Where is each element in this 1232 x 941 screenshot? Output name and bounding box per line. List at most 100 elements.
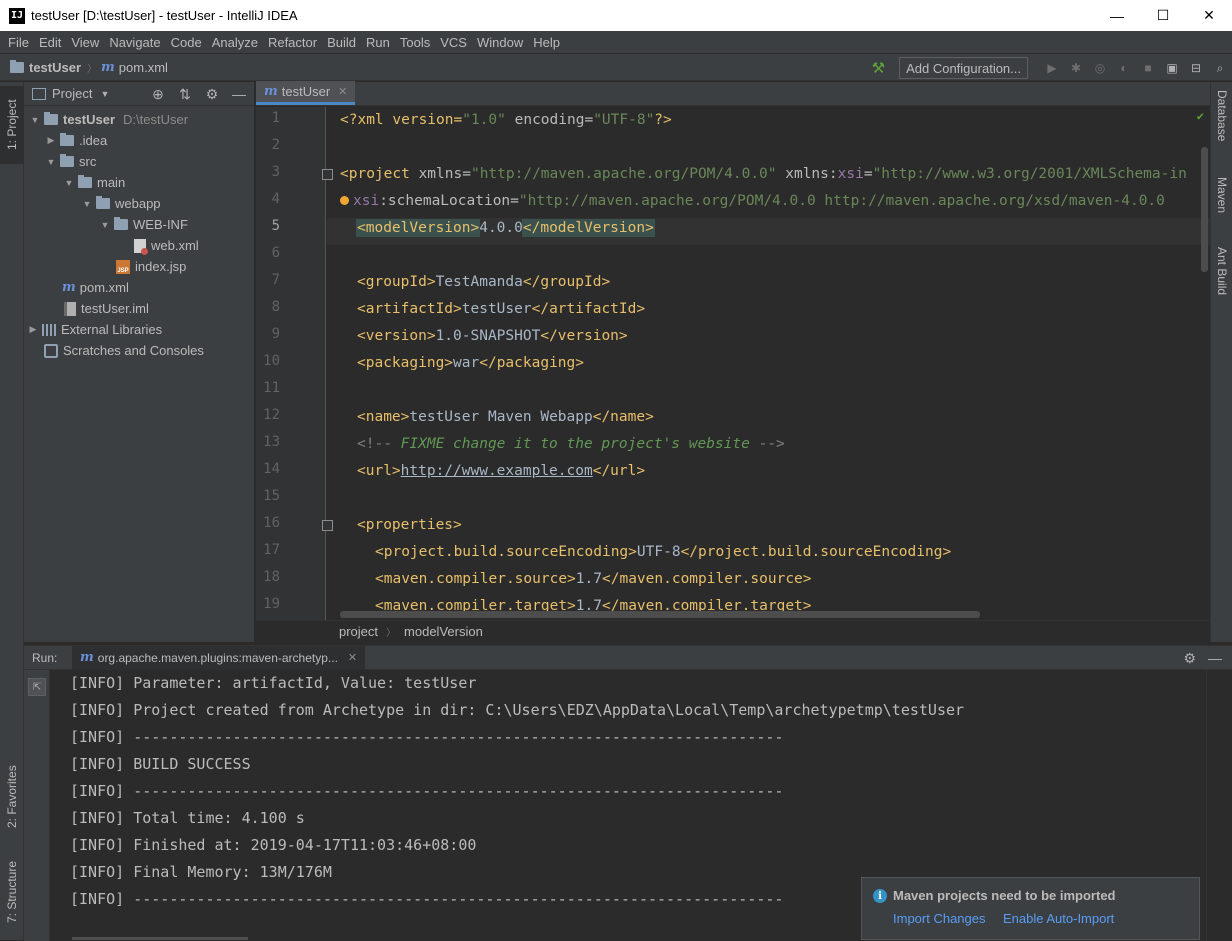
horizontal-scrollbar[interactable] xyxy=(340,611,980,618)
project-tree: ▼ testUser D:\testUser ▶ .idea ▼ src ▼ m… xyxy=(24,106,254,361)
tree-node-index-jsp[interactable]: JSP index.jsp xyxy=(24,256,254,277)
chevron-down-icon[interactable]: ▼ xyxy=(44,157,58,167)
collapse-all-icon[interactable]: ⇅ xyxy=(176,86,194,102)
gear-icon[interactable]: ⚙ xyxy=(203,86,221,102)
import-changes-link[interactable]: Import Changes xyxy=(893,911,986,926)
tab-maven[interactable]: Maven xyxy=(1211,177,1232,237)
restore-layout-icon[interactable]: ⇱ xyxy=(28,678,46,696)
enable-auto-import-link[interactable]: Enable Auto-Import xyxy=(1003,911,1114,926)
code-line-16: <properties> xyxy=(357,517,462,533)
fold-marker-icon[interactable] xyxy=(322,169,333,180)
tree-node-webapp[interactable]: ▼ webapp xyxy=(24,193,254,214)
locate-target-icon[interactable]: ⊕ xyxy=(149,86,167,102)
chevron-down-icon[interactable]: ▼ xyxy=(62,178,76,188)
tree-node-web-xml[interactable]: web.xml xyxy=(24,235,254,256)
tree-node-web-inf[interactable]: ▼ WEB-INF xyxy=(24,214,254,235)
menu-help[interactable]: Help xyxy=(529,35,564,50)
line-number: 16 xyxy=(263,515,280,531)
fold-marker-icon[interactable] xyxy=(322,520,333,531)
close-tab-icon[interactable]: ✕ xyxy=(348,651,357,664)
coverage-icon[interactable]: ◎ xyxy=(1091,59,1109,77)
window-title: testUser [D:\testUser] - testUser - Inte… xyxy=(31,8,298,23)
search-icon[interactable]: ⌕ xyxy=(1211,59,1229,77)
nav-crumb-file[interactable]: m pom.xml xyxy=(101,60,168,75)
tree-node-testuser-iml[interactable]: testUser.iml xyxy=(24,298,254,319)
nav-crumb-project[interactable]: testUser xyxy=(10,59,81,75)
project-structure-icon[interactable]: ▣ xyxy=(1163,59,1181,77)
project-panel-title[interactable]: Project xyxy=(52,86,92,101)
menu-run[interactable]: Run xyxy=(362,35,394,50)
gear-icon[interactable]: ⚙ xyxy=(1183,650,1196,667)
line-number: 12 xyxy=(263,407,280,423)
chevron-down-icon[interactable]: ▼ xyxy=(100,89,109,99)
vertical-scrollbar[interactable] xyxy=(1201,147,1208,272)
tab-project[interactable]: 1: Project xyxy=(0,86,24,164)
run-icon[interactable]: ▶ xyxy=(1043,59,1061,77)
maximize-button[interactable]: ☐ xyxy=(1140,0,1186,31)
editor-tab-pom[interactable]: m testUser ✕ xyxy=(256,81,356,105)
code-line-7: <groupId>TestAmanda</groupId> xyxy=(357,274,611,290)
tab-ant-build[interactable]: Ant Build xyxy=(1211,247,1232,327)
menu-analyze[interactable]: Analyze xyxy=(208,35,262,50)
run-tab-maven-archetype[interactable]: m org.apache.maven.plugins:maven-archety… xyxy=(72,645,366,670)
tab-database[interactable]: Database xyxy=(1211,90,1232,170)
stop-icon[interactable]: ■ xyxy=(1139,59,1157,77)
chevron-down-icon[interactable]: ▼ xyxy=(28,115,42,125)
chevron-right-icon[interactable]: ▶ xyxy=(26,324,40,335)
tree-node-main[interactable]: ▼ main xyxy=(24,172,254,193)
line-number: 15 xyxy=(263,488,280,504)
menu-build[interactable]: Build xyxy=(323,35,360,50)
menu-file[interactable]: File xyxy=(4,35,33,50)
menu-window[interactable]: Window xyxy=(473,35,527,50)
chevron-right-icon: 〉 xyxy=(87,63,98,75)
intention-bulb-icon[interactable] xyxy=(340,196,349,205)
menu-code[interactable]: Code xyxy=(167,35,206,50)
chevron-down-icon[interactable]: ▼ xyxy=(98,220,112,230)
tree-node-src[interactable]: ▼ src xyxy=(24,151,254,172)
inspection-ok-icon[interactable]: ✔ xyxy=(1197,109,1204,123)
chevron-right-icon[interactable]: ▶ xyxy=(44,135,58,146)
build-hammer-icon[interactable]: ⚒ xyxy=(872,59,885,77)
tab-structure[interactable]: 7: Structure xyxy=(0,852,24,932)
tab-favorites[interactable]: 2: Favorites xyxy=(0,752,24,842)
menu-tools[interactable]: Tools xyxy=(396,35,434,50)
breadcrumb-project[interactable]: project xyxy=(339,624,378,639)
maven-icon: m xyxy=(62,280,76,295)
line-number: 2 xyxy=(271,137,280,153)
minimize-button[interactable]: — xyxy=(1094,0,1140,31)
tree-node-pom-xml[interactable]: m pom.xml xyxy=(24,277,254,298)
code-area[interactable]: 1 2 3 4 5 6 7 8 9 10 11 12 13 14 15 16 1… xyxy=(256,107,1210,620)
menu-edit[interactable]: Edit xyxy=(35,35,65,50)
breadcrumb-modelversion[interactable]: modelVersion xyxy=(404,624,483,639)
close-tab-icon[interactable]: ✕ xyxy=(338,85,347,98)
console-line: [INFO] ---------------------------------… xyxy=(70,782,784,800)
url-link[interactable]: http://www.example.com xyxy=(401,463,593,479)
sdk-icon[interactable]: ⊟ xyxy=(1187,59,1205,77)
console-scrollbar[interactable] xyxy=(1206,670,1232,941)
close-button[interactable]: ✕ xyxy=(1186,0,1232,31)
debug-icon[interactable]: ✱ xyxy=(1067,59,1085,77)
xml-file-icon xyxy=(134,238,148,255)
tree-node-testuser[interactable]: ▼ testUser D:\testUser xyxy=(24,109,254,130)
tree-node-external-libraries[interactable]: ▶ External Libraries xyxy=(24,319,254,340)
menu-vcs[interactable]: VCS xyxy=(436,35,471,50)
menu-view[interactable]: View xyxy=(67,35,103,50)
tree-node-label: testUser xyxy=(63,112,116,127)
tree-node-scratches[interactable]: Scratches and Consoles xyxy=(24,340,254,361)
menu-navigate[interactable]: Navigate xyxy=(105,35,164,50)
add-configuration-button[interactable]: Add Configuration... xyxy=(899,57,1028,79)
hide-panel-icon[interactable]: — xyxy=(1208,650,1222,667)
tab-project-label: 1: Project xyxy=(5,99,19,151)
left-tool-strip: 1: Project 2: Favorites 7: Structure xyxy=(0,82,24,940)
profile-icon[interactable]: ◐ xyxy=(1115,59,1133,77)
menu-refactor[interactable]: Refactor xyxy=(264,35,321,50)
line-number: 14 xyxy=(263,461,280,477)
chevron-down-icon[interactable]: ▼ xyxy=(80,199,94,209)
hide-panel-icon[interactable]: — xyxy=(230,86,248,102)
line-number: 7 xyxy=(271,272,280,288)
line-number: 19 xyxy=(263,596,280,612)
library-icon xyxy=(42,323,56,336)
tree-node-idea[interactable]: ▶ .idea xyxy=(24,130,254,151)
tab-maven-label: Maven xyxy=(1215,177,1229,214)
project-panel: Project ▼ ⊕ ⇅ ⚙ — ▼ testUser D:\testUser… xyxy=(24,82,255,642)
